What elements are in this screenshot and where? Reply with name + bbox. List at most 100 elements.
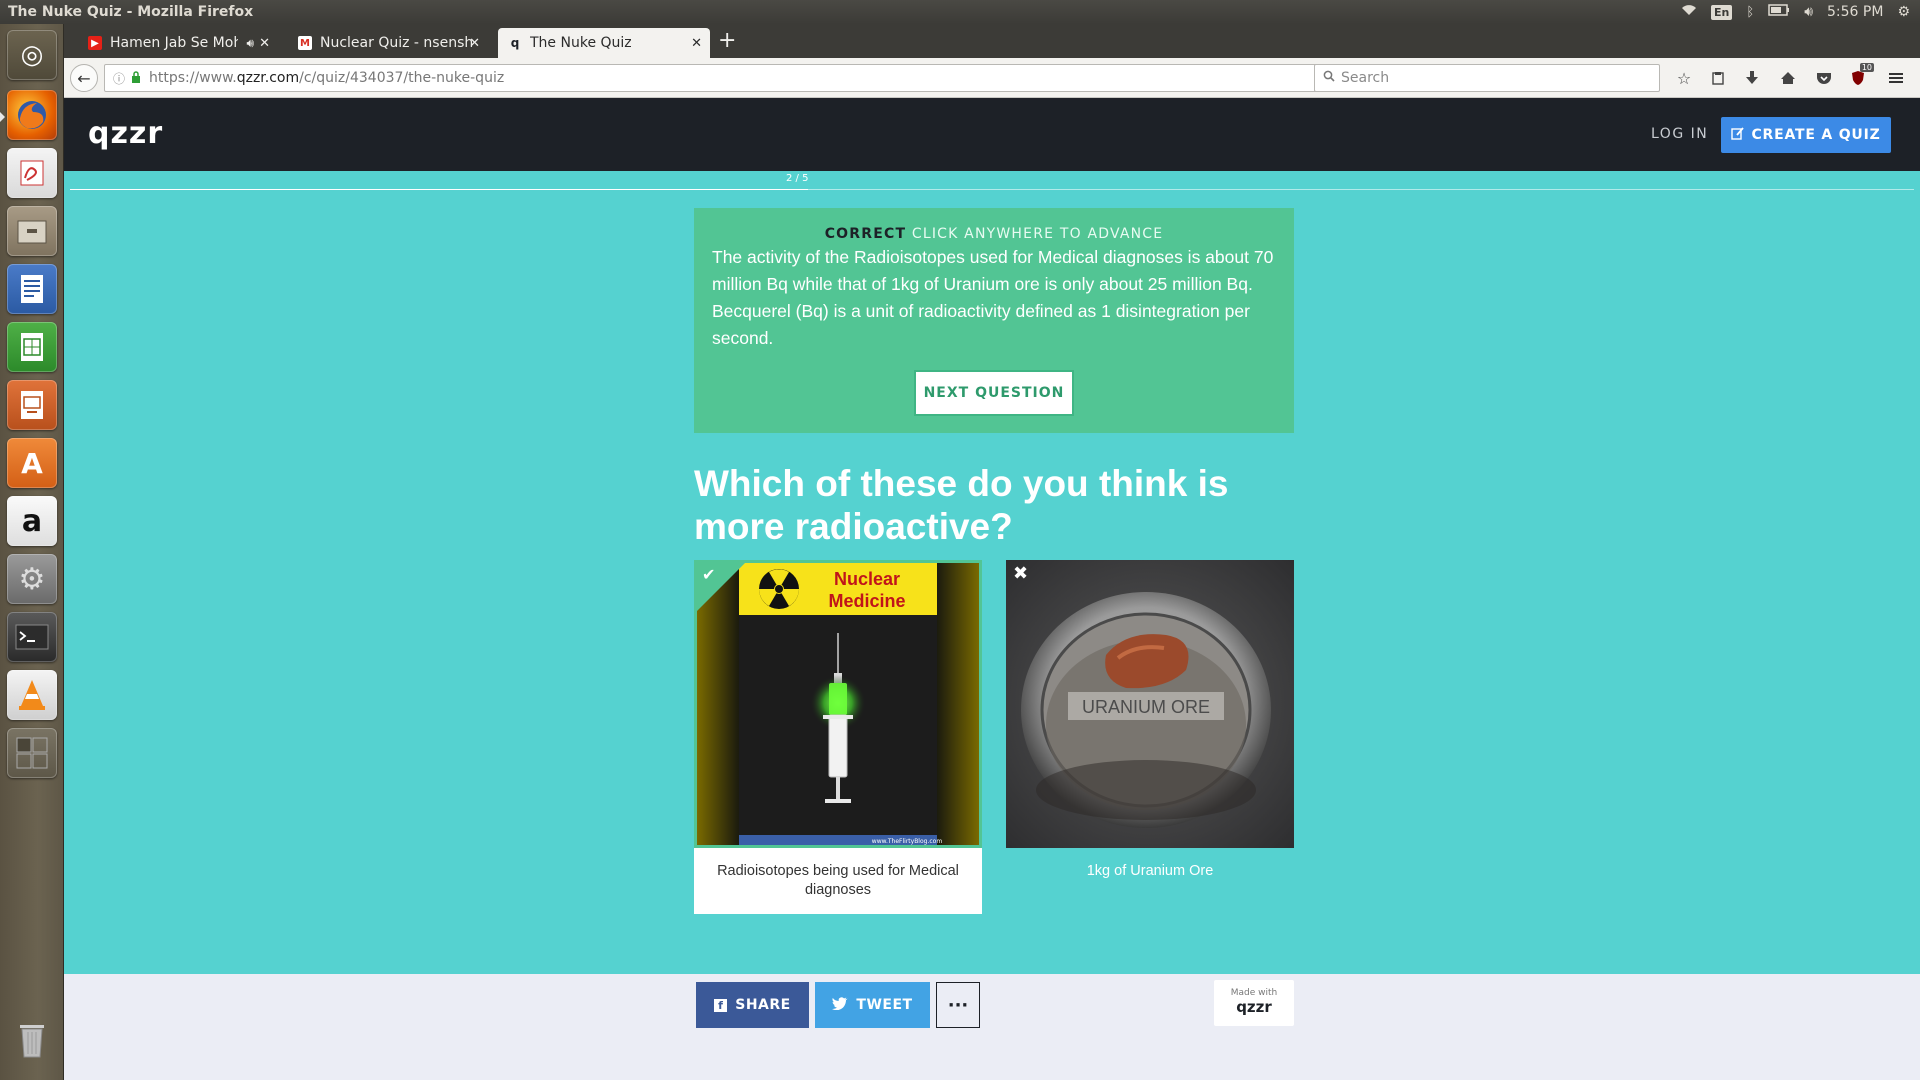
- url-text: https://www.qzzr.com/c/quiz/434037/the-n…: [149, 70, 504, 86]
- search-placeholder: Search: [1341, 70, 1390, 86]
- answer-feedback-panel[interactable]: CORRECT CLICK ANYWHERE TO ADVANCE The ac…: [694, 208, 1294, 433]
- amazon-icon[interactable]: a: [7, 496, 57, 546]
- impress-icon[interactable]: [7, 380, 57, 430]
- system-tray: En ᛒ 🔊︎ 5:56 PM ⚙: [1681, 4, 1920, 20]
- lock-icon: [131, 70, 141, 86]
- hamburger-menu-icon[interactable]: [1886, 68, 1906, 88]
- facebook-share-button[interactable]: f SHARE: [696, 982, 809, 1028]
- nuclear-text: Nuclear: [834, 569, 900, 589]
- tab-label: Nuclear Quiz - nsensha: [320, 35, 472, 51]
- info-icon[interactable]: ⓘ: [113, 70, 125, 87]
- browser-tab-strip: ▶ Hamen Jab Se Moha 🔊︎ ✕ M Nuclear Quiz …: [64, 24, 1920, 58]
- terminal-icon[interactable]: [7, 612, 57, 662]
- keyboard-layout-indicator[interactable]: En: [1711, 4, 1733, 20]
- checkmark-icon: ✔: [702, 565, 716, 584]
- uranium-ore-label: URANIUM ORE: [1082, 697, 1210, 717]
- tab-label: Hamen Jab Se Moha: [110, 35, 238, 51]
- made-with-logo: qzzr: [1236, 998, 1272, 1016]
- answer-caption: 1kg of Uranium Ore: [1086, 863, 1214, 879]
- next-question-button[interactable]: NEXT QUESTION: [914, 370, 1074, 416]
- search-bar[interactable]: Search: [1314, 64, 1660, 92]
- quiz-progress-track: [70, 189, 1914, 190]
- browser-navigation-bar: ← ⓘ https://www.qzzr.com/c/quiz/434037/t…: [64, 58, 1920, 98]
- facebook-icon: f: [714, 998, 728, 1012]
- made-with-label: Made with: [1230, 988, 1278, 998]
- share-label: SHARE: [735, 997, 791, 1013]
- document-viewer-icon[interactable]: [7, 148, 57, 198]
- qzzr-logo[interactable]: qzzr: [88, 116, 163, 151]
- home-icon[interactable]: [1778, 68, 1798, 88]
- more-options-button[interactable]: ···: [936, 982, 980, 1028]
- result-label: CORRECT: [824, 226, 907, 242]
- url-prefix: https://www.: [149, 70, 237, 86]
- feedback-header: CORRECT CLICK ANYWHERE TO ADVANCE: [712, 226, 1276, 242]
- made-with-qzzr-badge[interactable]: Made with qzzr: [1214, 980, 1294, 1026]
- answer-image-nuclear-medicine: ✔ Nuclear Medicine www.TheFlirtyBlog.com: [694, 560, 982, 848]
- advance-hint: CLICK ANYWHERE TO ADVANCE: [911, 226, 1164, 242]
- vlc-icon[interactable]: [7, 670, 57, 720]
- calc-icon[interactable]: [7, 322, 57, 372]
- software-center-icon[interactable]: A: [7, 438, 57, 488]
- url-domain: qzzr.com: [236, 70, 300, 86]
- wrong-x-icon: ✖: [1013, 563, 1029, 584]
- quiz-progress-fill: [70, 189, 808, 190]
- reading-list-icon[interactable]: [1708, 68, 1728, 88]
- tab-close-icon[interactable]: ✕: [691, 36, 702, 51]
- uranium-ore-photo: URANIUM ORE: [1006, 560, 1294, 848]
- bookmark-star-icon[interactable]: ☆: [1674, 68, 1694, 88]
- files-icon[interactable]: [7, 206, 57, 256]
- firefox-icon[interactable]: [7, 90, 57, 140]
- ubuntu-dash-icon[interactable]: ◎: [7, 30, 57, 80]
- workspace-switcher-icon[interactable]: [7, 728, 57, 778]
- tweet-label: TWEET: [856, 997, 913, 1013]
- question-text: Which of these do you think is more radi…: [694, 463, 1229, 547]
- system-top-bar: The Nuke Quiz - Mozilla Firefox En ᛒ 🔊︎ …: [0, 0, 1920, 24]
- tab-youtube[interactable]: ▶ Hamen Jab Se Moha 🔊︎ ✕: [78, 28, 278, 58]
- battery-icon[interactable]: [1768, 4, 1790, 20]
- clock[interactable]: 5:56 PM: [1827, 4, 1883, 20]
- twitter-icon: [832, 996, 848, 1014]
- search-icon: [1323, 70, 1335, 86]
- pocket-icon[interactable]: [1814, 68, 1834, 88]
- new-tab-plus-icon[interactable]: +: [718, 30, 736, 52]
- download-icon[interactable]: [1742, 68, 1762, 88]
- answer-explanation: The activity of the Radioisotopes used f…: [712, 247, 1274, 348]
- youtube-icon: ▶: [88, 36, 102, 50]
- qzzr-icon: q: [510, 36, 520, 50]
- edit-icon: [1731, 126, 1745, 144]
- quiz-progress-counter: 2 / 5: [786, 173, 809, 184]
- volume-icon[interactable]: 🔊︎: [1804, 4, 1813, 20]
- ublock-origin-icon[interactable]: 10: [1848, 63, 1874, 88]
- system-settings-icon[interactable]: ⚙: [7, 554, 57, 604]
- url-path: /c/quiz/434037/the-nuke-quiz: [299, 70, 505, 86]
- quiz-footer: f SHARE TWEET ··· Made with qzzr: [64, 974, 1920, 1080]
- tweet-button[interactable]: TWEET: [815, 982, 930, 1028]
- create-a-quiz-button[interactable]: CREATE A QUIZ: [1721, 117, 1891, 153]
- answer-caption: Radioisotopes being used for Medical dia…: [694, 848, 982, 914]
- window-title: The Nuke Quiz - Mozilla Firefox: [8, 4, 254, 20]
- tab-close-icon[interactable]: ✕: [259, 36, 270, 51]
- ublock-badge: 10: [1859, 63, 1874, 72]
- tab-gmail[interactable]: M Nuclear Quiz - nsensha ✕: [288, 28, 488, 58]
- qzzr-quiz-page[interactable]: qzzr LOG IN CREATE A QUIZ 2 / 5 CORRECT …: [64, 98, 1920, 1080]
- settings-gear-icon[interactable]: ⚙: [1897, 4, 1910, 20]
- trash-icon[interactable]: [7, 1014, 57, 1064]
- tab-audio-icon[interactable]: 🔊︎: [246, 36, 254, 51]
- tab-label: The Nuke Quiz: [530, 35, 632, 51]
- bluetooth-icon[interactable]: ᛒ: [1746, 5, 1754, 20]
- create-a-quiz-label: CREATE A QUIZ: [1751, 127, 1881, 143]
- tab-the-nuke-quiz[interactable]: q The Nuke Quiz ✕: [498, 28, 710, 58]
- tab-close-icon[interactable]: ✕: [469, 36, 480, 51]
- medicine-text: Medicine: [828, 591, 905, 611]
- wifi-icon[interactable]: [1681, 4, 1697, 20]
- log-in-link[interactable]: LOG IN: [1651, 126, 1708, 142]
- writer-icon[interactable]: [7, 264, 57, 314]
- answer-option-correct[interactable]: ✔ Nuclear Medicine www.TheFlirtyBlog.com…: [694, 560, 982, 914]
- answer-option-wrong[interactable]: ✖ URANIUM ORE 1kg of Uranium Ore: [1006, 560, 1294, 895]
- active-app-indicator: [0, 112, 5, 122]
- back-arrow-icon[interactable]: ←: [70, 64, 98, 92]
- gmail-icon: M: [298, 36, 312, 50]
- address-bar[interactable]: ⓘ https://www.qzzr.com/c/quiz/434037/the…: [104, 64, 1344, 92]
- image-credit: www.TheFlirtyBlog.com: [872, 838, 943, 845]
- unity-launcher: ◎ A a ⚙: [0, 24, 64, 1080]
